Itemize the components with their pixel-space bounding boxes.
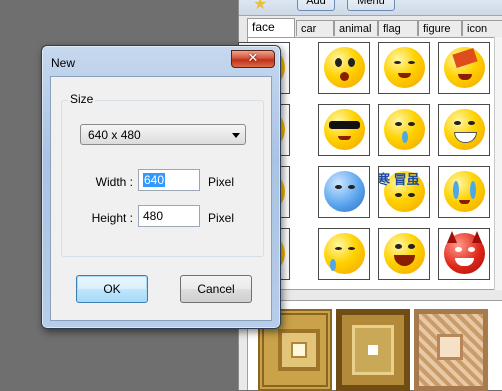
width-input[interactable]: 640 [138,169,200,191]
sleepy-emoticon [384,47,425,88]
ok-button[interactable]: OK [76,275,148,303]
bronze-frame-thumbnail[interactable] [336,309,410,391]
cool-sunglasses-emoticon [324,109,365,150]
cancel-button[interactable]: Cancel [180,275,252,303]
star-icon: ★ [253,0,268,13]
emoticon-cell[interactable] [318,166,370,218]
category-tabs: face car animal flag figure icon [247,18,502,37]
width-value: 640 [143,173,166,187]
emoticon-cell[interactable] [378,42,430,94]
width-unit: Pixel [208,175,235,189]
drooling-emoticon [324,233,365,274]
tab-animal[interactable]: animal [334,20,378,36]
emoticon-cell[interactable] [318,42,370,94]
size-preset-value: 640 x 480 [88,128,141,142]
emoticon-cell[interactable] [318,104,370,156]
dialog-title: New [51,56,76,70]
emoticon-cell[interactable] [318,228,370,280]
size-preset-dropdown[interactable]: 640 x 480 [80,124,246,145]
chevron-down-icon [232,133,240,138]
emoticon-grid: 寒 冒虽 [238,37,502,290]
width-label: Width : [95,175,133,189]
emoticon-cell[interactable]: 寒 冒虽 [378,166,430,218]
emoticon-cell[interactable] [378,228,430,280]
emoticon-cell[interactable] [438,104,490,156]
new-dialog: New ✕ Size 640 x 480 Width : 640 Pixel H… [41,45,281,329]
emoticon-text: 寒 冒虽 [378,172,420,187]
sweating-emoticon [384,109,425,150]
tab-car[interactable]: car [296,20,334,36]
close-icon: ✕ [247,51,259,66]
menu-button[interactable]: Menu [347,0,395,11]
devil-emoticon [444,231,485,274]
tab-face[interactable]: face [247,18,295,37]
height-unit: Pixel [208,211,235,225]
height-label: Height : [91,211,133,225]
size-group-label: Size [68,92,96,106]
crying-emoticon [444,171,485,212]
emoticon-cell[interactable] [438,166,490,218]
add-button[interactable]: Add [297,0,335,11]
tab-icon[interactable]: icon [462,20,502,36]
app-toolbar: ★ Add Menu [239,0,502,16]
grinning-teeth-emoticon [444,109,485,150]
emoticon-cell[interactable] [378,104,430,156]
emoticon-cell[interactable] [438,228,490,280]
height-input[interactable]: 480 [138,205,200,227]
cold-blue-emoticon [324,171,365,212]
frame-gallery [247,300,502,391]
ornate-frame-thumbnail[interactable] [414,309,488,391]
height-value: 480 [143,209,164,223]
angry-tag-emoticon [444,47,485,88]
dialog-body: Size 640 x 480 Width : 640 Pixel Height … [50,76,272,321]
tab-flag[interactable]: flag [378,20,418,36]
grid-scrollbar[interactable] [494,37,502,290]
tab-figure[interactable]: figure [418,20,462,36]
emoticon-cell[interactable] [438,42,490,94]
laughing-emoticon [384,233,425,274]
surprised-emoticon [324,47,365,88]
close-button[interactable]: ✕ [231,50,275,68]
